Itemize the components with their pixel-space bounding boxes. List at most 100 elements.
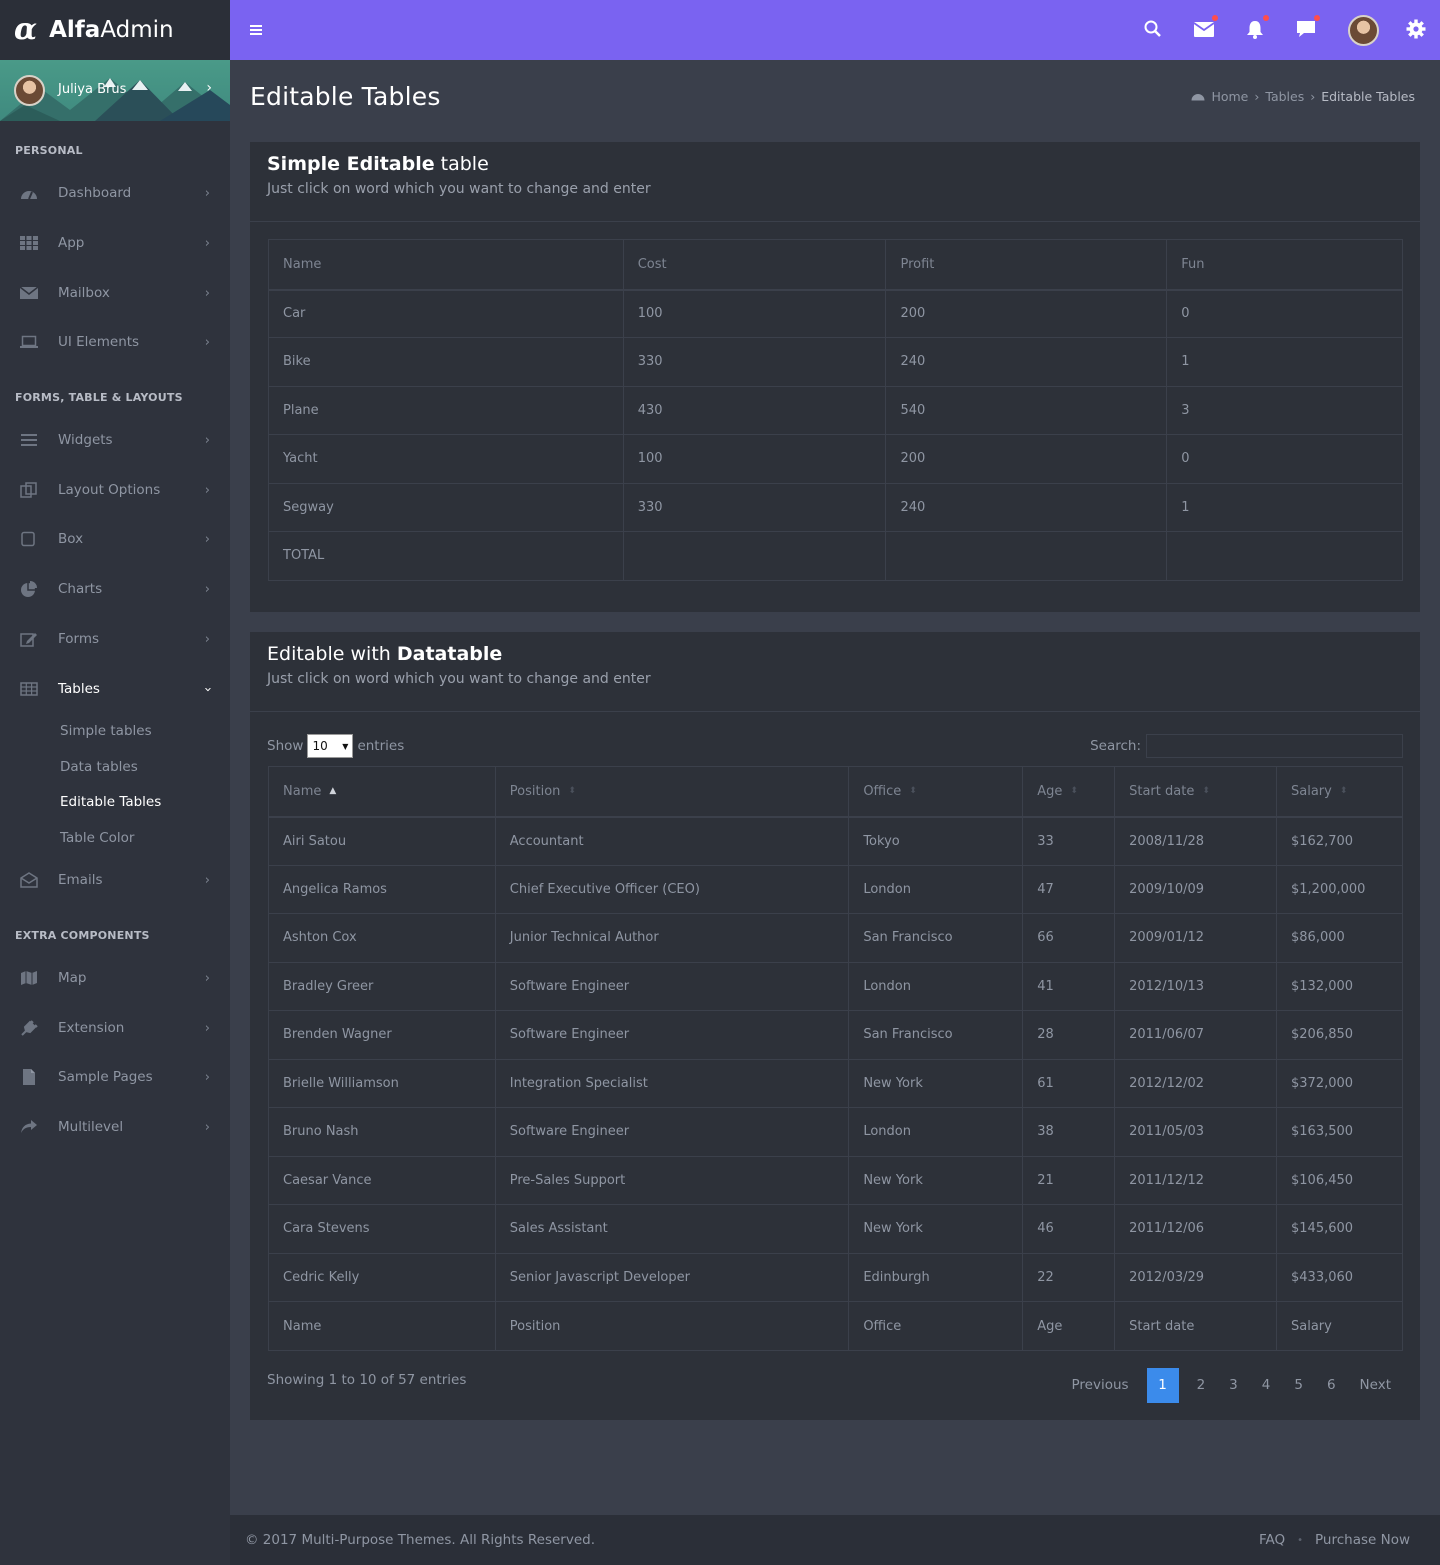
bell-icon[interactable] [1244,15,1269,40]
editable-cell[interactable]: Sales Assistant [494,1204,850,1254]
pagination-page[interactable]: 3 [1217,1368,1250,1403]
column-header[interactable]: Name ▲ [268,766,496,818]
editable-cell[interactable]: 33 [1022,816,1116,866]
editable-cell[interactable]: San Francisco [848,913,1024,963]
pagination-previous[interactable]: Previous [1060,1368,1141,1403]
editable-cell[interactable]: Software Engineer [494,1107,850,1157]
editable-cell[interactable] [1166,531,1403,581]
editable-cell[interactable]: Bruno Nash [268,1107,496,1157]
breadcrumb-home[interactable]: Home [1211,89,1248,104]
editable-cell[interactable]: $106,450 [1276,1155,1403,1205]
editable-cell[interactable]: 240 [885,337,1168,387]
editable-cell[interactable]: Software Engineer [494,961,850,1011]
editable-cell[interactable]: 330 [622,482,887,532]
editable-cell[interactable]: 28 [1022,1010,1116,1060]
sidebar-item-map[interactable]: Map › [0,958,230,998]
editable-cell[interactable]: Cedric Kelly [268,1252,496,1302]
editable-cell[interactable]: Brielle Williamson [268,1058,496,1108]
footer-link-purchase[interactable]: Purchase Now [1315,1532,1410,1548]
sidebar-item-ui-elements[interactable]: UI Elements › [0,322,230,362]
editable-cell[interactable]: 22 [1022,1252,1116,1302]
chat-icon[interactable] [1295,15,1320,40]
search-input[interactable] [1146,734,1403,758]
editable-cell[interactable]: 66 [1022,913,1116,963]
editable-cell[interactable]: Senior Javascript Developer [494,1252,850,1302]
editable-cell[interactable]: $145,600 [1276,1204,1403,1254]
sidebar-subitem-editable-tables[interactable]: Editable Tables [60,794,161,810]
sidebar-item-multilevel[interactable]: Multilevel › [0,1107,230,1147]
editable-cell[interactable]: 2012/12/02 [1114,1058,1277,1108]
sidebar-subitem-table-color[interactable]: Table Color [60,830,134,846]
editable-cell[interactable]: 2009/10/09 [1114,864,1277,914]
sidebar-item-mailbox[interactable]: Mailbox › [0,273,230,313]
editable-cell[interactable]: 540 [885,385,1168,435]
editable-cell[interactable]: New York [848,1204,1024,1254]
editable-cell[interactable]: Ashton Cox [268,913,496,963]
editable-cell[interactable]: 2012/03/29 [1114,1252,1277,1302]
sidebar-subitem-simple-tables[interactable]: Simple tables [60,723,152,739]
editable-cell[interactable]: 100 [622,434,887,484]
editable-cell[interactable]: Software Engineer [494,1010,850,1060]
editable-cell[interactable]: 240 [885,482,1168,532]
editable-cell[interactable]: London [848,1107,1024,1157]
user-panel[interactable]: Juliya Brus › [0,60,230,121]
editable-cell[interactable]: Bike [268,337,624,387]
editable-cell[interactable]: 2008/11/28 [1114,816,1277,866]
editable-cell[interactable]: 430 [622,385,887,435]
editable-cell[interactable]: London [848,864,1024,914]
editable-cell[interactable]: Cara Stevens [268,1204,496,1254]
editable-cell[interactable]: Pre-Sales Support [494,1155,850,1205]
gear-icon[interactable] [1405,18,1427,40]
editable-cell[interactable]: 38 [1022,1107,1116,1157]
menu-toggle-icon[interactable] [250,25,262,35]
editable-cell[interactable]: 2009/01/12 [1114,913,1277,963]
editable-cell[interactable]: Edinburgh [848,1252,1024,1302]
editable-cell[interactable]: San Francisco [848,1010,1024,1060]
editable-cell[interactable]: $1,200,000 [1276,864,1403,914]
editable-cell[interactable]: 21 [1022,1155,1116,1205]
column-header[interactable]: Age ⬍ [1022,766,1116,818]
editable-cell[interactable]: 1 [1166,482,1403,532]
search-icon[interactable] [1142,18,1164,40]
editable-cell[interactable]: 2011/12/12 [1114,1155,1277,1205]
sidebar-item-box[interactable]: Box › [0,519,230,559]
editable-cell[interactable]: $132,000 [1276,961,1403,1011]
editable-cell[interactable]: Bradley Greer [268,961,496,1011]
editable-cell[interactable]: New York [848,1155,1024,1205]
footer-link-faq[interactable]: FAQ [1259,1532,1285,1548]
editable-cell[interactable]: 2011/06/07 [1114,1010,1277,1060]
sidebar-item-widgets[interactable]: Widgets › [0,420,230,460]
editable-cell[interactable]: 200 [885,434,1168,484]
editable-cell[interactable] [622,531,887,581]
editable-cell[interactable]: 61 [1022,1058,1116,1108]
editable-cell[interactable]: 3 [1166,385,1403,435]
sidebar-item-tables[interactable]: Tables › [0,669,230,709]
editable-cell[interactable]: Chief Executive Officer (CEO) [494,864,850,914]
editable-cell[interactable]: $163,500 [1276,1107,1403,1157]
editable-cell[interactable]: 330 [622,337,887,387]
sidebar-item-app[interactable]: App › [0,223,230,263]
editable-cell[interactable]: Integration Specialist [494,1058,850,1108]
editable-cell[interactable]: Segway [268,482,624,532]
editable-cell[interactable]: Tokyo [848,816,1024,866]
editable-cell[interactable]: $162,700 [1276,816,1403,866]
column-header[interactable]: Office ⬍ [848,766,1024,818]
user-avatar[interactable] [1348,15,1379,46]
editable-cell[interactable]: TOTAL [268,531,624,581]
pagination-page[interactable]: 5 [1282,1368,1315,1403]
sidebar-item-extension[interactable]: Extension › [0,1008,230,1048]
editable-cell[interactable]: $206,850 [1276,1010,1403,1060]
editable-cell[interactable]: 46 [1022,1204,1116,1254]
sidebar-subitem-data-tables[interactable]: Data tables [60,759,138,775]
pagination-page[interactable]: 2 [1185,1368,1218,1403]
logo[interactable]: α AlfaAdmin [0,0,230,60]
editable-cell[interactable]: Plane [268,385,624,435]
editable-cell[interactable]: New York [848,1058,1024,1108]
editable-cell[interactable]: 2012/10/13 [1114,961,1277,1011]
editable-cell[interactable]: Caesar Vance [268,1155,496,1205]
breadcrumb-tables[interactable]: Tables [1265,89,1304,104]
user-avatar[interactable] [14,75,45,106]
editable-cell[interactable]: 41 [1022,961,1116,1011]
editable-cell[interactable]: Angelica Ramos [268,864,496,914]
editable-cell[interactable]: $433,060 [1276,1252,1403,1302]
